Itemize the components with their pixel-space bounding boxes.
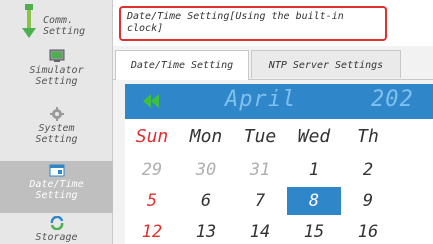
prev-month-icon[interactable] (141, 93, 161, 109)
calendar-day[interactable]: 1 (287, 156, 341, 184)
sidebar-item-label: Storage (35, 232, 78, 243)
comm-icon (22, 4, 36, 38)
sidebar-item-system-setting[interactable]: System Setting (0, 107, 113, 155)
calendar-day[interactable]: 31 (233, 156, 287, 184)
calendar-day[interactable]: 15 (287, 218, 341, 244)
weekday-thu: Th (357, 126, 379, 147)
sidebar-item-storage[interactable]: Storage (0, 216, 113, 244)
storage-icon (50, 216, 63, 230)
sidebar-item-label: System Setting (35, 123, 78, 145)
weekday-wed: Wed (297, 126, 331, 147)
calendar-header: April 202 (125, 84, 433, 119)
weekday-mon: Mon (189, 126, 223, 147)
calendar-day[interactable]: 30 (179, 156, 233, 184)
weekday-sun: Sun (135, 126, 169, 147)
header: Date/Time Setting[Using the built-in clo… (113, 0, 433, 46)
page-title: Date/Time Setting[Using the built-in clo… (119, 6, 387, 41)
sidebar-item-simulator-setting[interactable]: Simulator Setting (0, 48, 113, 94)
calendar-day[interactable]: 12 (125, 218, 179, 244)
calendar-day[interactable]: 7 (233, 187, 287, 215)
calendar-day[interactable]: 14 (233, 218, 287, 244)
sidebar: Comm. Setting Simulator Setting System S… (0, 0, 113, 244)
sidebar-item-label: Comm. Setting (43, 15, 86, 37)
calendar-day[interactable]: 5 (125, 187, 179, 215)
month-label: April (225, 87, 297, 112)
weekday-tue: Tue (243, 126, 277, 147)
calendar-day[interactable]: 6 (179, 187, 233, 215)
calendar-day[interactable]: 2 (341, 156, 395, 184)
year-label: 202 (371, 87, 414, 112)
calendar-day-selected[interactable]: 8 (287, 187, 341, 215)
sidebar-item-label: Date/Time Setting (29, 179, 84, 201)
calendar-icon (49, 164, 64, 177)
calendar-day[interactable]: 16 (341, 218, 395, 244)
sidebar-item-label: Simulator Setting (29, 65, 84, 87)
system-gear-icon (49, 107, 64, 121)
tab-date-time-setting[interactable]: Date/Time Setting (115, 50, 249, 80)
calendar-day[interactable]: 13 (179, 218, 233, 244)
sidebar-item-comm-setting[interactable]: Comm. Setting (0, 0, 113, 46)
calendar-day[interactable]: 29 (125, 156, 179, 184)
tab-ntp-server-settings[interactable]: NTP Server Settings (251, 50, 401, 78)
main-content: Date/Time Setting NTP Server Settings Ap… (113, 46, 433, 244)
calendar: April 202 Sun Mon Tue Wed Th 29 30 31 1 … (125, 84, 433, 244)
calendar-day[interactable]: 9 (341, 187, 395, 215)
sidebar-item-date-time-setting[interactable]: Date/Time Setting (0, 161, 113, 213)
simulator-icon (49, 49, 64, 62)
